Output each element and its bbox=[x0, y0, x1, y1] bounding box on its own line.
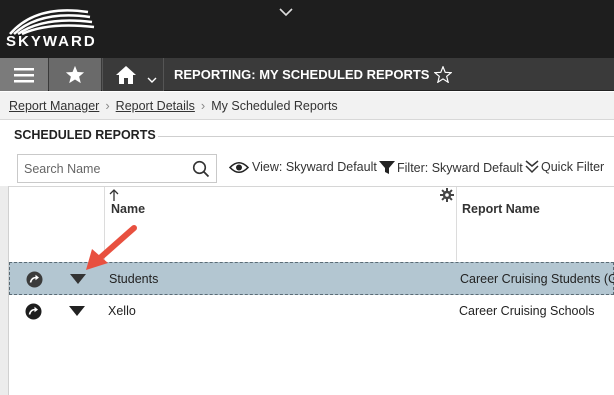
quick-filter-chevrons-icon bbox=[525, 160, 539, 174]
nav-bar: REPORTING: MY SCHEDULED REPORTS bbox=[0, 58, 614, 91]
annotation-arrow-icon bbox=[86, 225, 137, 270]
search-input[interactable] bbox=[18, 155, 186, 182]
eye-icon bbox=[229, 161, 249, 173]
grid-left-gutter bbox=[0, 186, 9, 395]
column-header-name[interactable]: Name bbox=[111, 202, 145, 216]
hamburger-menu-icon bbox=[14, 67, 34, 82]
star-icon bbox=[65, 65, 85, 84]
row-report-name: Career Cruising Schools bbox=[459, 304, 595, 318]
view-label: View: Skyward Default bbox=[252, 160, 377, 174]
breadcrumb: Report Manager › Report Details › My Sch… bbox=[0, 92, 614, 120]
quick-filter-button[interactable]: Quick Filter bbox=[525, 160, 604, 174]
filter-icon bbox=[379, 161, 395, 174]
filter-label: Filter: Skyward Default bbox=[397, 160, 523, 175]
chevron-right-icon: › bbox=[105, 98, 110, 113]
top-bar: SKYWARD bbox=[0, 0, 614, 58]
favorites-button[interactable] bbox=[49, 58, 101, 91]
page-title: REPORTING: MY SCHEDULED REPORTS bbox=[174, 58, 453, 91]
star-outline-icon[interactable] bbox=[434, 66, 453, 83]
gear-icon[interactable] bbox=[440, 188, 454, 202]
column-header-report-name[interactable]: Report Name bbox=[462, 202, 540, 216]
triangle-down-icon[interactable] bbox=[69, 306, 85, 316]
view-selector[interactable]: View: Skyward Default bbox=[229, 160, 377, 174]
chevron-right-icon: › bbox=[200, 98, 206, 113]
column-divider bbox=[456, 187, 457, 261]
section-divider bbox=[158, 136, 614, 137]
sort-ascending-icon[interactable] bbox=[108, 188, 120, 202]
search-box bbox=[17, 154, 217, 183]
menu-button[interactable] bbox=[0, 58, 48, 91]
home-icon bbox=[116, 65, 136, 84]
chevron-down-icon[interactable] bbox=[278, 6, 294, 18]
row-report-name: Career Cruising Students (Clo bbox=[460, 272, 614, 286]
triangle-down-icon[interactable] bbox=[70, 274, 86, 284]
chevron-down-icon[interactable] bbox=[147, 77, 157, 84]
row-name: Xello bbox=[108, 304, 136, 318]
breadcrumb-current: My Scheduled Reports bbox=[211, 98, 338, 113]
search-icon[interactable] bbox=[192, 160, 210, 178]
run-report-icon[interactable] bbox=[25, 303, 42, 320]
home-button[interactable] bbox=[102, 58, 164, 91]
breadcrumb-report-details[interactable]: Report Details bbox=[116, 99, 195, 113]
breadcrumb-report-manager[interactable]: Report Manager bbox=[9, 99, 99, 113]
logo-text: SKYWARD bbox=[6, 33, 97, 50]
row-name: Students bbox=[109, 272, 159, 286]
table-row[interactable]: Xello Career Cruising Schools bbox=[9, 295, 614, 328]
quick-filter-label: Quick Filter bbox=[541, 160, 605, 174]
run-report-icon[interactable] bbox=[26, 271, 43, 288]
page-title-text: REPORTING: MY SCHEDULED REPORTS bbox=[174, 67, 430, 82]
section-title: SCHEDULED REPORTS bbox=[14, 128, 156, 142]
filter-selector[interactable]: Filter: Skyward Default bbox=[379, 160, 523, 175]
